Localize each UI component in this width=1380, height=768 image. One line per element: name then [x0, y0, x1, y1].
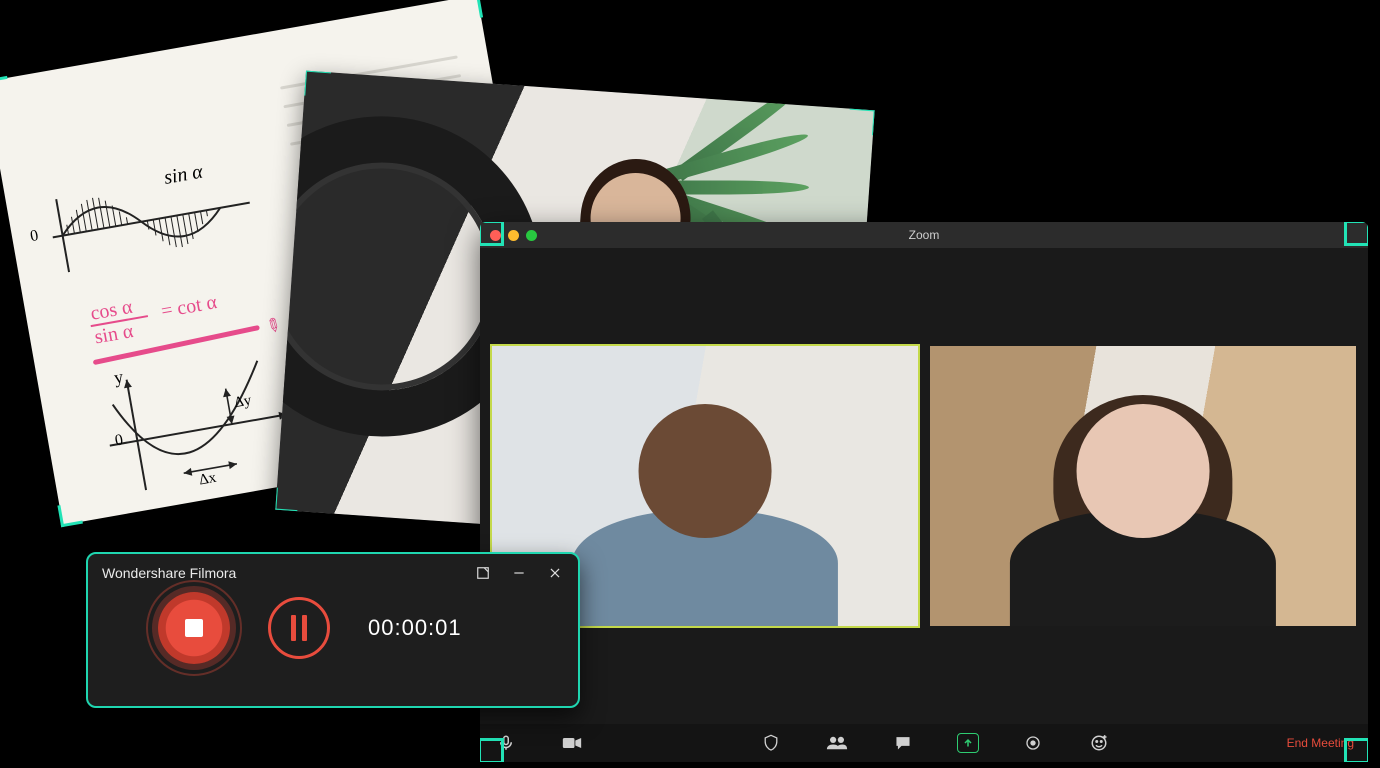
stop-icon [185, 619, 203, 637]
recorder-title: Wondershare Filmora [102, 565, 236, 581]
recorder-minimize-button[interactable] [510, 564, 528, 582]
axis2-dy-label: Δy [233, 393, 253, 413]
zoom-video-grid [480, 248, 1368, 724]
parabola-sketch: y 0 Δy Δx [88, 344, 306, 497]
filmora-recorder-window: Wondershare Filmora 00:00:01 [86, 552, 580, 708]
zoom-titlebar: Zoom [480, 222, 1368, 248]
recorder-stop-button[interactable] [158, 592, 230, 664]
axis2-dx-label: Δx [198, 470, 218, 490]
pause-icon-bar [291, 615, 296, 641]
share-screen-button[interactable] [957, 733, 979, 753]
participants-button[interactable] [825, 731, 849, 755]
sine-wave-sketch: 0 [35, 157, 267, 284]
zoom-participant-tile-2[interactable] [930, 346, 1356, 626]
reactions-button[interactable] [1087, 731, 1111, 755]
recorder-fullscreen-button[interactable] [474, 564, 492, 582]
axis1-zero-label: 0 [29, 227, 40, 246]
pencil-icon: ✎ [261, 313, 285, 339]
video-button[interactable] [560, 731, 584, 755]
recorder-elapsed-time: 00:00:01 [368, 615, 462, 641]
zoom-window-title: Zoom [480, 228, 1368, 242]
participant-person-1 [560, 385, 850, 626]
zoom-toolbar: End Meeting [480, 724, 1368, 762]
security-button[interactable] [759, 731, 783, 755]
pause-icon-bar [302, 615, 307, 641]
recorder-titlebar: Wondershare Filmora [88, 554, 578, 586]
zoom-window: Zoom [480, 222, 1368, 762]
eq-cot-alpha: = cot α [159, 291, 218, 323]
participant-person-2 [998, 385, 1288, 626]
recorder-close-button[interactable] [546, 564, 564, 582]
record-button[interactable] [1021, 731, 1045, 755]
recorder-pause-button[interactable] [268, 597, 330, 659]
chat-button[interactable] [891, 731, 915, 755]
